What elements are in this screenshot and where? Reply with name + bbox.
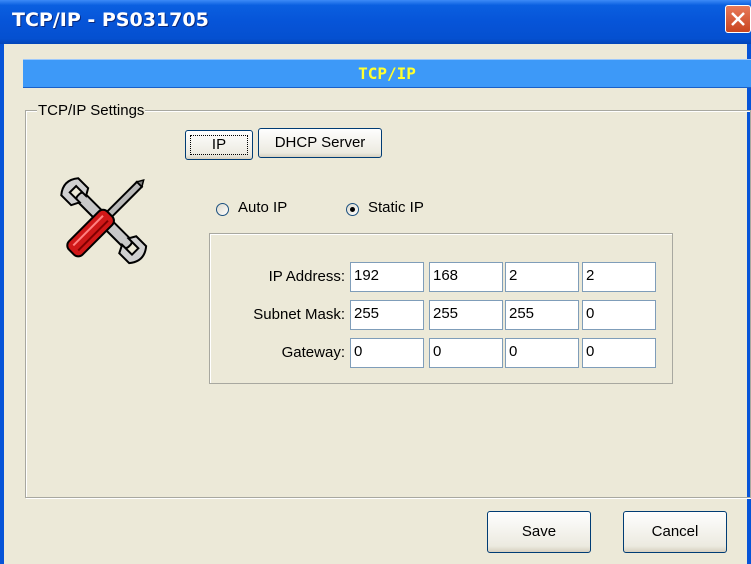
ip-address-label: IP Address:	[268, 268, 345, 285]
gateway-label: Gateway:	[281, 344, 345, 361]
subnet-mask-octet-1[interactable]: 255	[350, 300, 424, 330]
cancel-button[interactable]: Cancel	[623, 511, 727, 553]
radio-static-ip[interactable]: Static IP	[346, 199, 456, 223]
radio-static-ip-label: Static IP	[368, 199, 424, 216]
window-frame-left	[0, 44, 4, 564]
close-button[interactable]	[725, 5, 751, 33]
subnet-mask-octet-2[interactable]: 255	[429, 300, 503, 330]
subnet-mask-octet-4[interactable]: 0	[582, 300, 656, 330]
tab-ip-label: IP	[211, 136, 227, 153]
gateway-octet-4[interactable]: 0	[582, 338, 656, 368]
gateway-octet-1[interactable]: 0	[350, 338, 424, 368]
group-legend: TCP/IP Settings	[37, 102, 146, 119]
ip-address-octet-2[interactable]: 168	[429, 262, 503, 292]
section-banner: TCP/IP	[23, 59, 751, 88]
radio-button[interactable]	[216, 203, 229, 216]
subnet-mask-label: Subnet Mask:	[253, 306, 345, 323]
ip-address-octet-1[interactable]: 192	[350, 262, 424, 292]
ip-address-octet-4[interactable]: 2	[582, 262, 656, 292]
ip-address-octet-3[interactable]: 2	[505, 262, 579, 292]
close-icon	[731, 12, 745, 26]
radio-auto-ip-label: Auto IP	[238, 199, 288, 216]
title-bar[interactable]: TCP/IP - PS031705	[0, 0, 751, 44]
wrench-screwdriver-icon	[60, 177, 148, 265]
gateway-octet-3[interactable]: 0	[505, 338, 579, 368]
tab-dhcp-server[interactable]: DHCP Server	[258, 128, 382, 158]
save-button[interactable]: Save	[487, 511, 591, 553]
gateway-octet-2[interactable]: 0	[429, 338, 503, 368]
radio-button[interactable]	[346, 203, 359, 216]
subnet-mask-octet-3[interactable]: 255	[505, 300, 579, 330]
radio-selected-dot	[350, 207, 355, 212]
tab-ip[interactable]: IP	[185, 130, 253, 160]
radio-auto-ip[interactable]: Auto IP	[216, 199, 316, 223]
window-title: TCP/IP - PS031705	[12, 9, 209, 31]
